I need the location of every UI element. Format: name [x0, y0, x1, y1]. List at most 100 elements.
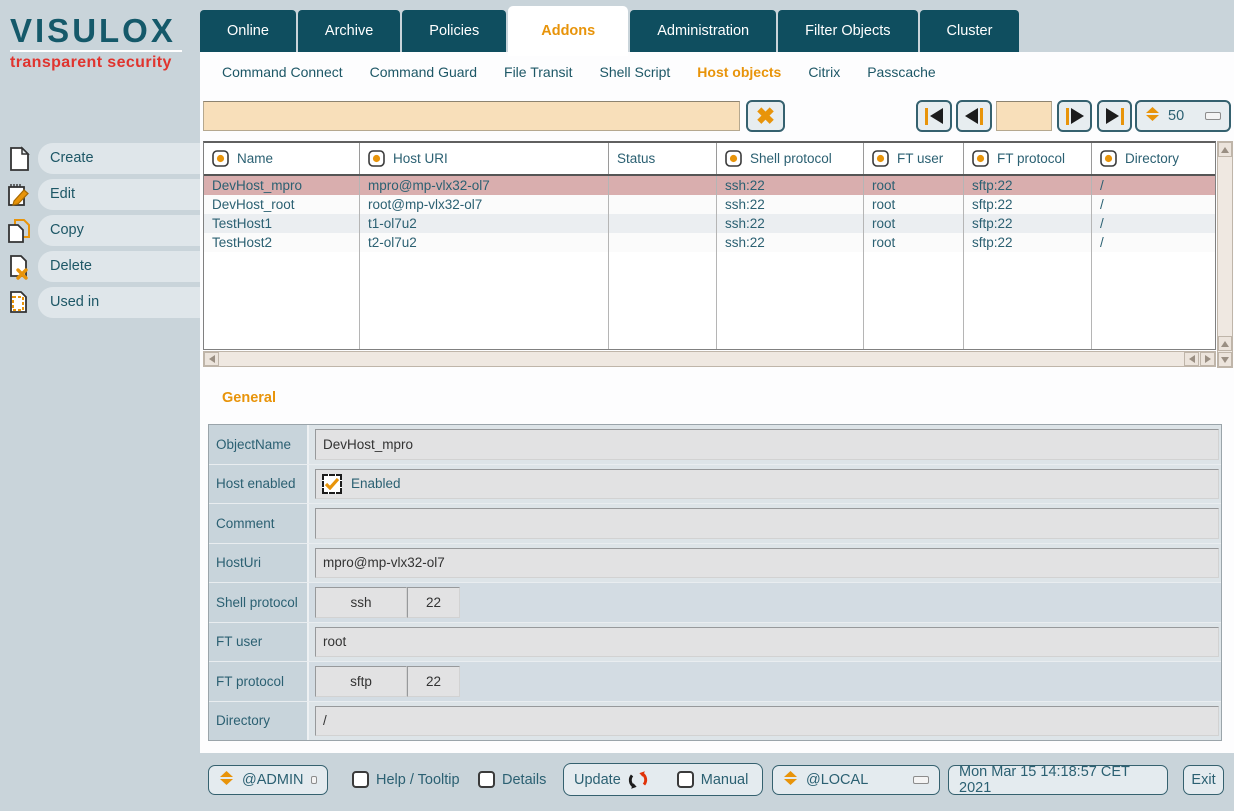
field-label: Directory	[209, 702, 309, 741]
column-header-ft-protocol[interactable]: FT protocol	[964, 143, 1092, 174]
directory-field[interactable]	[315, 706, 1219, 737]
ft-port-field[interactable]	[407, 666, 460, 697]
field-label: ObjectName	[209, 425, 309, 464]
update-button[interactable]: Update	[574, 769, 649, 791]
tab-filter-objects[interactable]: Filter Objects	[778, 10, 917, 52]
next-page-button[interactable]	[1057, 100, 1092, 132]
left-arrow-icon	[209, 355, 215, 363]
subnav-shell-script[interactable]: Shell Script	[599, 64, 670, 80]
hosturi-field[interactable]	[315, 548, 1219, 579]
tab-cluster[interactable]: Cluster	[920, 10, 1020, 52]
visulox-app: { "brand": { "title": "VISULOX", "subtit…	[0, 0, 1234, 811]
form-row-ft-protocol: FT protocol	[209, 662, 1221, 702]
exit-button[interactable]: Exit	[1183, 765, 1224, 795]
sidebar-item-label: Create	[38, 143, 200, 174]
tab-addons[interactable]: Addons	[508, 6, 628, 56]
tab-policies[interactable]: Policies	[402, 10, 506, 52]
vertical-scrollbar[interactable]	[1217, 141, 1233, 368]
first-page-button[interactable]	[916, 100, 952, 132]
ft-user-field[interactable]	[315, 627, 1219, 658]
subnav-citrix[interactable]: Citrix	[808, 64, 840, 80]
next-page-icon	[1066, 108, 1084, 125]
sort-diamond-icon	[219, 771, 234, 789]
update-group: Update Manual	[563, 763, 763, 796]
shell-protocol-field[interactable]	[315, 587, 407, 618]
update-label: Update	[574, 772, 621, 788]
previous-page-button[interactable]	[956, 100, 992, 132]
tab-online[interactable]: Online	[200, 10, 296, 52]
first-page-icon	[925, 108, 943, 125]
scroll-down-button[interactable]	[1218, 352, 1232, 367]
column-header-shell-protocol[interactable]: Shell protocol	[717, 143, 864, 174]
table-row[interactable]: TestHost2 t2-ol7u2 ssh:22 root sftp:22 /	[204, 233, 1215, 252]
column-header-name[interactable]: Name	[204, 143, 360, 174]
field-label: Comment	[209, 504, 309, 543]
sidebar-item-create[interactable]: Create	[0, 143, 200, 174]
ft-protocol-field[interactable]	[315, 666, 407, 697]
column-header-host-uri[interactable]: Host URI	[360, 143, 609, 174]
tab-archive[interactable]: Archive	[298, 10, 400, 52]
sidebar-item-label: Copy	[38, 215, 200, 246]
logo-divider	[10, 50, 182, 52]
column-filter-icon	[368, 150, 385, 167]
page-number-input[interactable]	[996, 101, 1052, 131]
sidebar-item-delete[interactable]: Delete	[0, 251, 200, 282]
shell-port-field[interactable]	[407, 587, 460, 618]
last-page-button[interactable]	[1097, 100, 1132, 132]
last-page-icon	[1106, 108, 1124, 125]
details-checkbox[interactable]	[478, 771, 495, 788]
form-row-comment: Comment	[209, 504, 1221, 544]
manual-toggle: Manual	[677, 771, 749, 788]
column-filter-icon	[972, 150, 989, 167]
refresh-icon	[627, 769, 649, 791]
comment-field[interactable]	[315, 508, 1219, 539]
column-filter-icon	[1100, 150, 1117, 167]
column-header-ft-user[interactable]: FT user	[864, 143, 964, 174]
main-tabbar: Online Archive Policies Addons Administr…	[200, 10, 1021, 52]
sidebar-item-copy[interactable]: Copy	[0, 215, 200, 246]
details-label: Details	[502, 772, 546, 788]
page-size-select[interactable]: 50	[1135, 100, 1231, 132]
sidebar-item-edit[interactable]: Edit	[0, 179, 200, 210]
scroll-up-button[interactable]	[1218, 142, 1232, 157]
subnav-command-connect[interactable]: Command Connect	[222, 64, 343, 80]
tab-administration[interactable]: Administration	[630, 10, 776, 52]
host-enabled-field: Enabled	[315, 469, 1219, 500]
field-label: Host enabled	[209, 465, 309, 504]
manual-checkbox[interactable]	[677, 771, 694, 788]
subnav-host-objects[interactable]: Host objects	[697, 64, 781, 80]
subnav-command-guard[interactable]: Command Guard	[370, 64, 477, 80]
subnav-passcache[interactable]: Passcache	[867, 64, 935, 80]
clear-search-button[interactable]: ✖	[746, 100, 785, 132]
scroll-right-button[interactable]	[1200, 352, 1215, 366]
tab-label: Online	[227, 23, 269, 39]
column-filter-icon	[212, 150, 229, 167]
form-row-directory: Directory	[209, 702, 1221, 741]
previous-page-icon	[965, 108, 983, 125]
column-header-status[interactable]: Status	[609, 143, 717, 174]
column-header-directory[interactable]: Directory	[1092, 143, 1215, 174]
tab-label: Addons	[541, 23, 595, 39]
scope-select[interactable]: @LOCAL	[772, 765, 940, 795]
subnav-file-transit[interactable]: File Transit	[504, 64, 572, 80]
scroll-up-button-2[interactable]	[1218, 336, 1232, 351]
help-tooltip-checkbox[interactable]	[352, 771, 369, 788]
scroll-left-button[interactable]	[204, 352, 219, 366]
column-filter-icon	[872, 150, 889, 167]
manual-label: Manual	[701, 772, 749, 788]
objectname-field[interactable]	[315, 429, 1219, 460]
details-toggle: Details	[478, 771, 546, 788]
table-row[interactable]: DevHost_root root@mp-vlx32-ol7 ssh:22 ro…	[204, 195, 1215, 214]
sidebar-item-used-in[interactable]: Used in	[0, 287, 200, 318]
search-input[interactable]	[203, 101, 740, 131]
session-user-select[interactable]: @ADMIN	[208, 765, 328, 795]
scroll-left-button-2[interactable]	[1184, 352, 1199, 366]
table-row[interactable]: TestHost1 t1-ol7u2 ssh:22 root sftp:22 /	[204, 214, 1215, 233]
form-row-ft-user: FT user	[209, 623, 1221, 663]
horizontal-scrollbar[interactable]	[203, 351, 1216, 367]
tab-label: Filter Objects	[805, 23, 890, 39]
table-row[interactable]: DevHost_mpro mpro@mp-vlx32-ol7 ssh:22 ro…	[204, 176, 1215, 195]
host-objects-table: Name Host URI Status Shell protocol FT u…	[203, 141, 1216, 350]
copy-documents-icon	[0, 218, 38, 244]
enabled-checkbox[interactable]	[322, 474, 342, 494]
